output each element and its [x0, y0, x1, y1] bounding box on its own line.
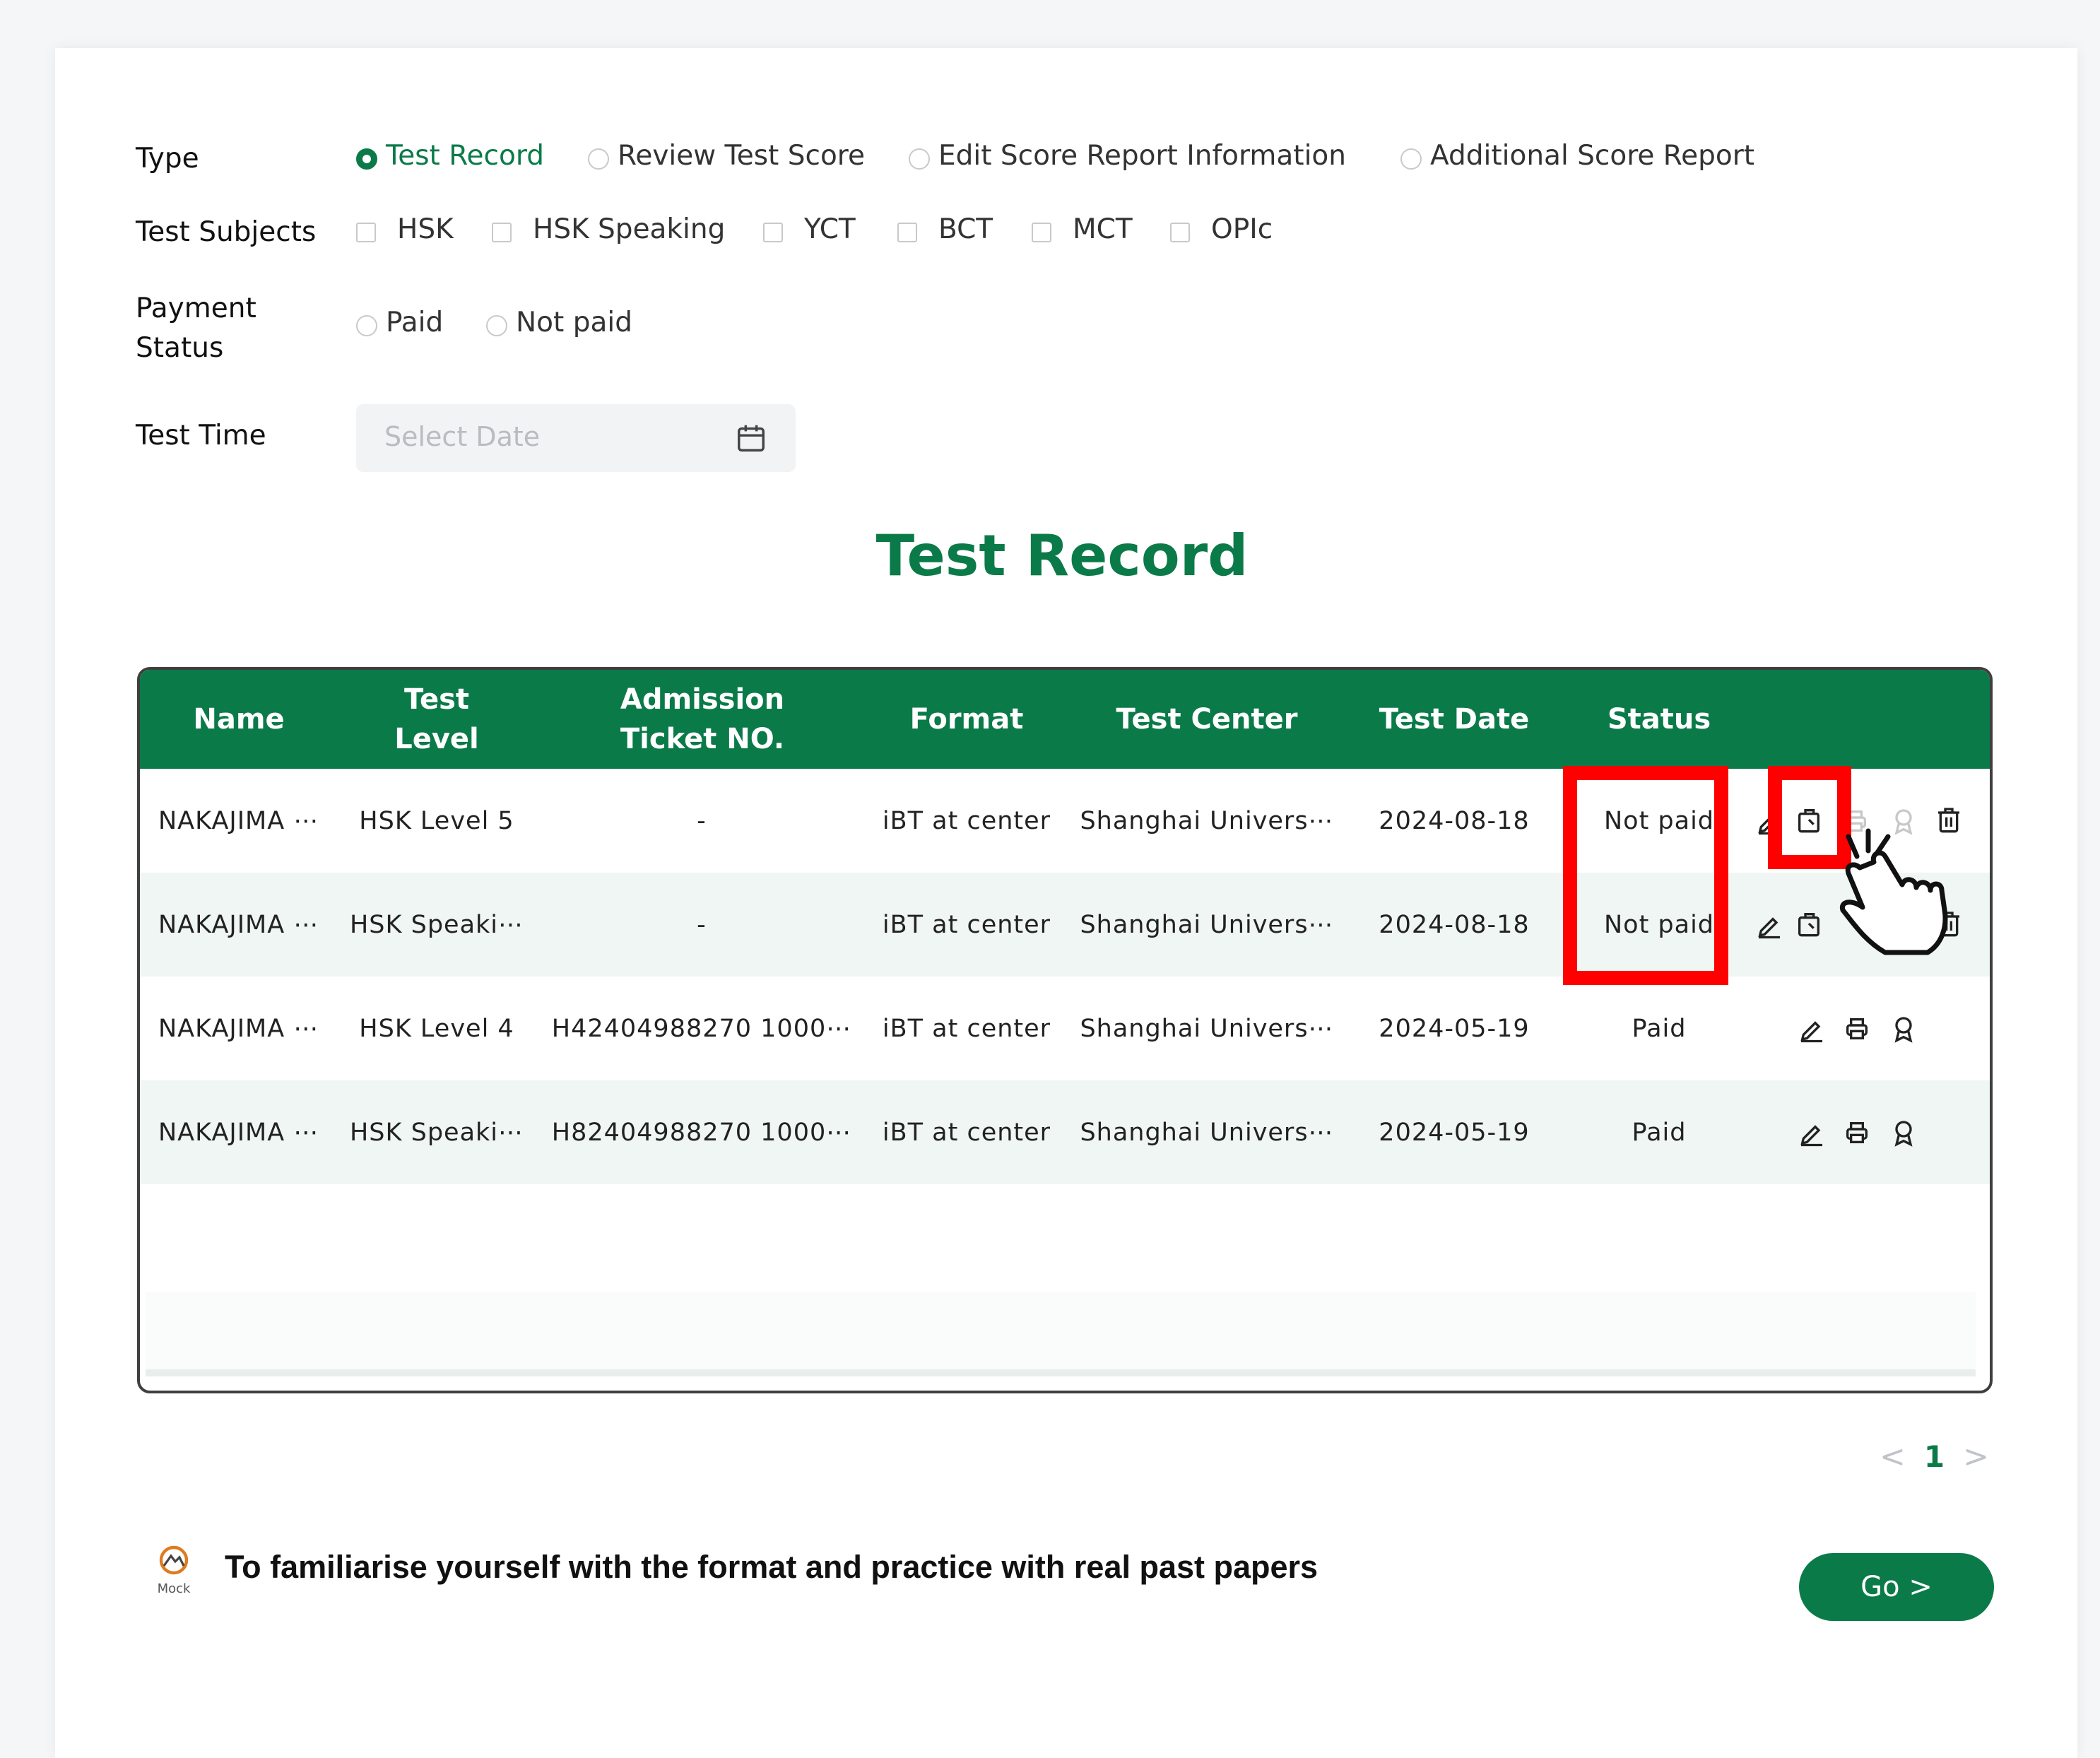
checkbox-icon	[763, 222, 783, 242]
cell-name: NAKAJIMA ⋯	[158, 1118, 319, 1147]
cell-test-level: HSK Speaki⋯	[349, 1118, 524, 1147]
payment-label-line2: Status	[136, 332, 224, 364]
type-option-review-test-score[interactable]: Review Test Score	[588, 140, 865, 172]
cell-test-date: 2024-08-18	[1379, 806, 1530, 835]
table-row: NAKAJIMA ⋯ HSK Level 4 H42404988270 1000…	[140, 977, 1990, 1080]
type-option-additional-score-report[interactable]: Additional Score Report	[1400, 140, 1754, 172]
pointer-hand-icon	[1839, 828, 1948, 955]
date-picker[interactable]: Select Date	[356, 404, 796, 472]
promo-text: To familiarise yourself with the format …	[225, 1549, 1319, 1585]
cell-name: NAKAJIMA ⋯	[158, 910, 319, 939]
payment-icon[interactable]	[1795, 909, 1823, 938]
checkbox-icon	[1032, 222, 1051, 242]
prev-page-button[interactable]: <	[1880, 1439, 1906, 1475]
header-status: Status	[1607, 703, 1711, 736]
edit-icon[interactable]	[1798, 1119, 1826, 1147]
header-format: Format	[909, 703, 1024, 736]
header-test-center: Test Center	[1116, 703, 1298, 736]
cell-test-level: HSK Level 4	[359, 1014, 514, 1043]
cell-test-center: Shanghai Univers⋯	[1080, 1014, 1334, 1043]
cell-test-center: Shanghai Univers⋯	[1080, 806, 1334, 835]
radio-icon	[356, 314, 377, 336]
header-test-level: Test Level	[394, 683, 479, 755]
type-option-test-record[interactable]: Test Record	[356, 140, 544, 172]
cell-ticket: H42404988270 1000⋯	[551, 1014, 852, 1043]
test-time-label: Test Time	[136, 420, 266, 452]
cell-status: Paid	[1632, 1014, 1687, 1043]
payment-option-paid[interactable]: Paid	[356, 307, 443, 338]
status-highlight-box	[1563, 766, 1728, 985]
radio-icon	[909, 148, 930, 170]
edit-icon[interactable]	[1798, 1015, 1826, 1043]
calendar-icon	[738, 425, 765, 452]
cell-format: iBT at center	[882, 1014, 1051, 1043]
payment-option-not-paid[interactable]: Not paid	[486, 307, 632, 338]
cell-format: iBT at center	[882, 1118, 1051, 1147]
cell-format: iBT at center	[882, 806, 1051, 835]
cell-test-level: HSK Speaki⋯	[349, 910, 524, 939]
payment-label-line1: Payment	[136, 293, 256, 324]
subject-checkbox-yct[interactable]: YCT	[763, 213, 856, 245]
cell-name: NAKAJIMA ⋯	[158, 806, 319, 835]
certificate-icon[interactable]	[1889, 1015, 1918, 1043]
type-label: Type	[136, 143, 199, 175]
pagination: < 1 >	[1880, 1439, 1989, 1475]
header-name: Name	[193, 703, 285, 736]
cell-test-center: Shanghai Univers⋯	[1080, 910, 1334, 939]
section-title: Test Record	[875, 523, 1249, 589]
radio-icon	[486, 314, 507, 336]
cell-test-date: 2024-05-19	[1379, 1118, 1530, 1147]
cell-ticket: H82404988270 1000⋯	[551, 1118, 852, 1147]
cell-test-level: HSK Level 5	[359, 806, 514, 835]
checkbox-icon	[1170, 222, 1190, 242]
mock-logo-icon: Mock	[158, 1545, 191, 1596]
cell-test-center: Shanghai Univers⋯	[1080, 1118, 1334, 1147]
type-option-edit-score-report[interactable]: Edit Score Report Information	[909, 140, 1346, 172]
certificate-icon[interactable]	[1889, 1119, 1918, 1147]
subject-checkbox-mct[interactable]: MCT	[1032, 213, 1133, 245]
print-icon[interactable]	[1843, 1015, 1871, 1043]
current-page[interactable]: 1	[1924, 1439, 1945, 1474]
checkbox-icon	[492, 222, 512, 242]
table-row: NAKAJIMA ⋯ HSK Speaki⋯ H82404988270 1000…	[140, 1080, 1990, 1184]
next-page-button[interactable]: >	[1963, 1439, 1989, 1475]
radio-icon	[588, 148, 609, 170]
go-button[interactable]: Go >	[1799, 1553, 1994, 1621]
cell-ticket: -	[697, 806, 707, 835]
print-icon[interactable]	[1843, 1119, 1871, 1147]
subjects-label: Test Subjects	[136, 216, 317, 248]
radio-icon	[1400, 148, 1422, 170]
table-header: Name Test Level Admission Ticket NO. For…	[140, 670, 1990, 769]
cell-ticket: -	[697, 910, 707, 939]
horizontal-scrollbar[interactable]	[146, 1292, 1976, 1376]
date-placeholder: Select Date	[384, 421, 541, 452]
subject-checkbox-hsk[interactable]: HSK	[356, 213, 454, 245]
mock-logo-text: Mock	[158, 1581, 191, 1596]
checkbox-icon	[897, 222, 917, 242]
edit-icon[interactable]	[1755, 911, 1783, 939]
subject-checkbox-opic[interactable]: OPIc	[1170, 213, 1273, 245]
cell-test-date: 2024-08-18	[1379, 910, 1530, 939]
header-test-date: Test Date	[1379, 703, 1530, 736]
cell-test-date: 2024-05-19	[1379, 1014, 1530, 1043]
cell-name: NAKAJIMA ⋯	[158, 1014, 319, 1043]
subject-checkbox-bct[interactable]: BCT	[897, 213, 993, 245]
header-admission-ticket: Admission Ticket NO.	[620, 683, 785, 755]
subject-checkbox-hsk-speaking[interactable]: HSK Speaking	[492, 213, 725, 245]
checkbox-icon	[356, 222, 376, 242]
radio-selected-icon	[356, 148, 377, 170]
cell-status: Paid	[1632, 1118, 1687, 1147]
cell-format: iBT at center	[882, 910, 1051, 939]
